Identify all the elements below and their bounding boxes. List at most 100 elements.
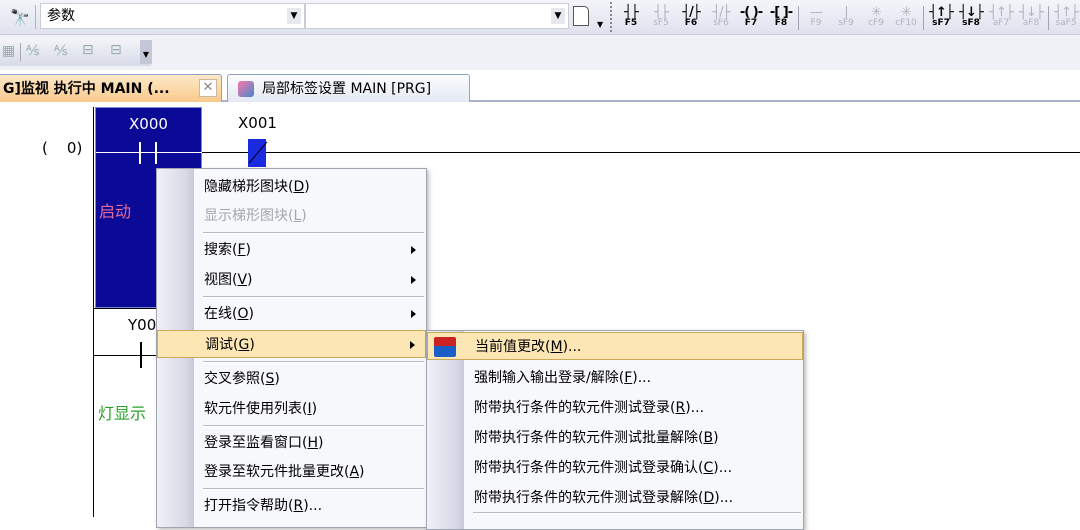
menu-separator xyxy=(203,232,424,234)
menu-item-ellipsis: ... xyxy=(690,400,705,416)
contact-no-symbol xyxy=(140,342,142,368)
menu-item-v[interactable]: 视图(V) xyxy=(157,266,426,294)
menu-item-accelerator: M xyxy=(550,339,563,355)
menu-item-accelerator: A xyxy=(349,464,360,480)
menu-item-b[interactable]: 附带执行条件的软元件测试批量解除(B) xyxy=(427,424,803,452)
binoculars-icon[interactable]: 🔭 xyxy=(10,8,30,27)
menu-separator xyxy=(203,296,424,298)
menu-item-ellipsis: ... xyxy=(568,339,582,355)
toolbar-overflow-icon[interactable]: ▼ xyxy=(140,40,152,64)
ladder-symbol-icon: ┤├ xyxy=(624,5,639,20)
menu-item-r[interactable]: 附带执行条件的软元件测试登录(R)... xyxy=(427,394,803,422)
ladder-symbol-icon: — xyxy=(810,5,823,20)
fkey-label: saF5 xyxy=(1055,18,1077,28)
fkey-button-cf9[interactable]: ✳ cF9 xyxy=(863,6,889,28)
menu-item-label: 软元件使用列表 xyxy=(204,401,302,417)
fkey-button-sf6[interactable]: ┤/├ sF6 xyxy=(708,5,734,28)
ladder-symbol-icon: -[ ]- xyxy=(769,5,793,20)
menu-item-text: 隐藏梯形图块(D) xyxy=(204,179,310,195)
menu-item-accelerator: D xyxy=(703,490,715,506)
contact-edit-icon[interactable]: ⅍ xyxy=(54,42,67,59)
menu-item-d[interactable]: 附带执行条件的软元件测试登录解除(D)... xyxy=(427,484,803,512)
fkey-button-f6[interactable]: ┤/├ F6 xyxy=(678,6,704,28)
device-label: X000 xyxy=(129,115,168,133)
menu-item-label: 附带执行条件的软元件测试批量解除 xyxy=(474,430,698,446)
page-icon[interactable] xyxy=(573,6,589,26)
menu-item-text: 软元件使用列表(I) xyxy=(204,401,318,417)
chevron-down-icon[interactable]: ▼ xyxy=(287,8,301,24)
menu-item-i[interactable]: 软元件使用列表(I) xyxy=(157,395,426,423)
ladder-symbol-icon: ┤↑├ xyxy=(1054,5,1079,20)
menu-item-m[interactable]: 当前值更改(M)... xyxy=(427,332,803,360)
document-tabs: G]监视 执行中 MAIN (... ✕ 局部标签设置 MAIN [PRG] xyxy=(0,70,1080,102)
close-icon[interactable]: ✕ xyxy=(199,79,217,97)
menu-item-label: 打开指令帮助 xyxy=(204,498,288,514)
tab-monitor-main[interactable]: G]监视 执行中 MAIN (... ✕ xyxy=(0,74,222,102)
tab-local-labels[interactable]: 局部标签设置 MAIN [PRG] xyxy=(227,74,470,102)
delete-row-icon[interactable]: ⊟ xyxy=(110,42,122,58)
submenu-arrow-icon xyxy=(410,341,415,349)
menu-item-text: 打开指令帮助(R)... xyxy=(204,498,323,514)
fkey-button-sf9[interactable]: | sF9 xyxy=(833,6,859,28)
chevron-down-icon[interactable]: ▼ xyxy=(551,8,565,24)
menu-item-d[interactable]: 隐藏梯形图块(D) xyxy=(157,173,426,201)
menu-item-g[interactable]: 调试(G) xyxy=(157,330,426,358)
fkey-button-sf8[interactable]: ┤↓├ sF8 xyxy=(958,6,984,28)
menu-item-label: 交叉参照 xyxy=(204,371,260,387)
fkey-button-sf5[interactable]: ┤├ sF5 xyxy=(648,5,674,28)
menu-item-text: 在线(O) xyxy=(204,306,254,322)
device-label: Y00 xyxy=(128,316,157,334)
menu-item-accelerator: D xyxy=(293,179,305,195)
menu-item-a[interactable]: 登录至软元件批量更改(A) xyxy=(157,458,426,486)
fkey-button-f9[interactable]: — F9 xyxy=(803,5,829,28)
menu-item-l[interactable]: 显示梯形图块(L) xyxy=(157,202,426,230)
toolbar-divider xyxy=(1048,6,1049,30)
fkey-button-f5[interactable]: ┤├ F5 xyxy=(618,5,644,28)
fkey-button-af7[interactable]: ┤↑├ aF7 xyxy=(988,6,1014,28)
fkey-button-sf7[interactable]: ┤↑├ sF7 xyxy=(928,6,954,28)
device-value-change-icon xyxy=(434,337,456,357)
menu-item-accelerator: S xyxy=(265,371,275,387)
menu-item-text: 当前值更改(M)... xyxy=(475,339,582,355)
menu-item-c[interactable]: 附带执行条件的软元件测试登录确认(C)... xyxy=(427,454,803,482)
ladder-symbol-icon: -( )- xyxy=(739,5,763,20)
rung-line xyxy=(202,152,1080,153)
ladder-symbol-icon: ┤/├ xyxy=(712,5,730,20)
menu-item-label: 附带执行条件的软元件测试登录解除 xyxy=(474,490,698,506)
menu-separator xyxy=(203,488,424,490)
menu-item-o[interactable]: 在线(O) xyxy=(157,300,426,328)
menu-item-s[interactable]: 交叉参照(S) xyxy=(157,365,426,393)
device-comment: 启动 xyxy=(99,202,132,221)
fkey-button-f7[interactable]: -( )- F7 xyxy=(738,5,764,28)
menu-item-f[interactable]: 搜索(F) xyxy=(157,236,426,264)
context-menu: 隐藏梯形图块(D) 显示梯形图块(L) 搜索(F) 视图(V) 在线(O) 调试(G) 交叉… xyxy=(156,168,427,528)
menu-item-label: 登录至软元件批量更改 xyxy=(204,464,344,480)
rung-line xyxy=(96,152,203,153)
rung-line xyxy=(93,355,163,356)
fkey-label: cF10 xyxy=(895,18,917,28)
menu-item-accelerator: O xyxy=(237,306,249,322)
fkey-button-f8[interactable]: -[ ]- F8 xyxy=(768,5,794,28)
insert-row-icon[interactable]: ⊟ xyxy=(82,42,94,58)
toolbar-divider xyxy=(923,6,924,30)
toolbar-divider xyxy=(35,5,36,29)
toolbar-divider xyxy=(798,6,799,30)
menu-item-h[interactable]: 登录至监看窗口(H) xyxy=(157,429,426,457)
menu-item-r[interactable]: 打开指令帮助(R)... xyxy=(157,492,426,520)
toolbar-group: ▦ ⅍ ⅍ ⊟ ⊟ ▼ xyxy=(0,38,152,66)
ladder-symbol-icon: ┤├ xyxy=(654,5,669,20)
grid-icon[interactable]: ▦ xyxy=(2,43,15,59)
fkey-button-cf10[interactable]: ✳ cF10 xyxy=(893,6,919,28)
contact-edit-icon[interactable]: ⅍ xyxy=(26,42,39,59)
search-combo[interactable]: 参数 ▼ xyxy=(40,3,305,29)
menu-item-f[interactable]: 强制输入输出登录/解除(F)... xyxy=(427,364,803,392)
fkey-button-saf5[interactable]: ┤↑├ saF5 xyxy=(1053,5,1079,28)
fkey-button-af8[interactable]: ┤↓├ aF8 xyxy=(1018,6,1044,28)
toolbar-grip[interactable] xyxy=(610,2,612,32)
menu-item-accelerator: R xyxy=(675,400,686,416)
second-combo[interactable]: ▼ xyxy=(305,3,569,29)
toolbar-overflow-icon[interactable]: ▼ xyxy=(597,20,603,29)
menu-item-text: 登录至监看窗口(H) xyxy=(204,435,324,451)
menu-item-label: 搜索 xyxy=(204,242,232,258)
menu-item-label: 当前值更改 xyxy=(475,339,545,355)
